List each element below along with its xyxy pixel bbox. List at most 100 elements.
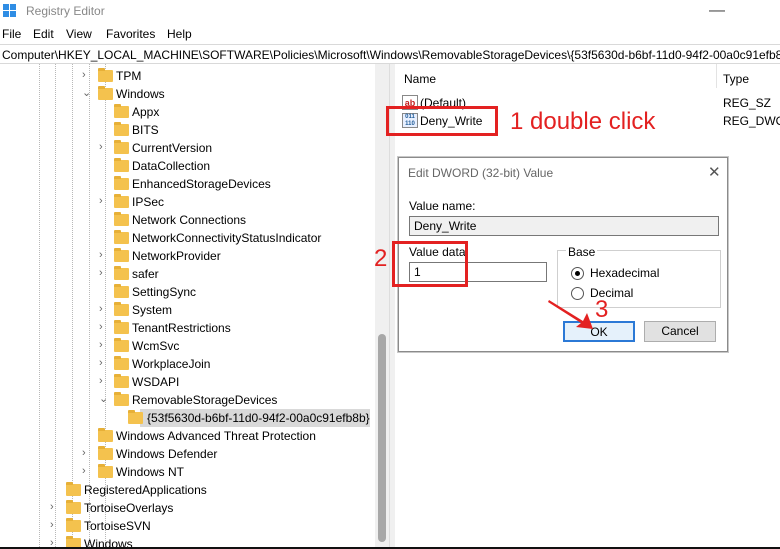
tree-item-windows[interactable]: ⌄ Windows (0, 85, 375, 103)
chevron-right-icon[interactable]: › (99, 267, 109, 279)
hexadecimal-radio[interactable] (571, 267, 584, 280)
tree-item-label: WSDAPI (132, 375, 180, 389)
tree-item-network-connections[interactable]: Network Connections (0, 211, 375, 229)
chevron-right-icon[interactable]: › (99, 321, 109, 333)
tree-item-label: Windows Defender (116, 447, 218, 461)
chevron-right-icon[interactable]: › (82, 465, 92, 477)
folder-icon (114, 392, 129, 406)
tree-item-label: WcmSvc (132, 339, 180, 353)
folder-icon (114, 302, 129, 316)
folder-icon (66, 518, 81, 532)
folder-icon (114, 194, 129, 208)
chevron-down-icon[interactable]: ⌄ (82, 87, 92, 99)
chevron-right-icon[interactable]: › (82, 69, 92, 81)
tree-item-label: NetworkConnectivityStatusIndicator (132, 231, 322, 245)
cancel-button[interactable]: Cancel (644, 321, 716, 342)
folder-icon (114, 122, 129, 136)
value-type: REG_SZ (723, 96, 772, 110)
tree-item-tenantrestrictions[interactable]: › TenantRestrictions (0, 319, 375, 337)
tree-item-label: Windows (116, 87, 165, 101)
tree-item-wcmsvc[interactable]: › WcmSvc (0, 337, 375, 355)
address-path[interactable]: Computer\HKEY_LOCAL_MACHINE\SOFTWARE\Pol… (2, 48, 780, 62)
menu-favorites[interactable]: Favorites (106, 27, 155, 41)
folder-icon (114, 266, 129, 280)
tree-item-networkprovider[interactable]: › NetworkProvider (0, 247, 375, 265)
tree-item-bits[interactable]: BITS (0, 121, 375, 139)
chevron-down-icon[interactable]: ⌄ (99, 393, 109, 405)
registry-tree[interactable]: › TPM ⌄ Windows Appx BITS › CurrentVersion … (0, 64, 389, 549)
tree-item-tortoiseoverlays[interactable]: › TortoiseOverlays (0, 499, 375, 517)
tree-item-networkconnectivitystatusindicator[interactable]: NetworkConnectivityStatusIndicator (0, 229, 375, 247)
chevron-right-icon[interactable]: › (99, 141, 109, 153)
chevron-right-icon[interactable]: › (99, 357, 109, 369)
chevron-right-icon[interactable]: › (99, 375, 109, 387)
folder-icon (98, 464, 113, 478)
chevron-right-icon[interactable]: › (99, 195, 109, 207)
folder-icon (114, 230, 129, 244)
tree-item-currentversion[interactable]: › CurrentVersion (0, 139, 375, 157)
folder-icon (114, 248, 129, 262)
chevron-right-icon[interactable]: › (50, 519, 60, 531)
tree-item-registeredapplications[interactable]: RegisteredApplications (0, 481, 375, 499)
folder-icon (114, 320, 129, 334)
pane-splitter[interactable] (389, 64, 395, 549)
type-column-header[interactable]: Type (723, 72, 749, 86)
tree-item-windows-advanced-threat-protection[interactable]: Windows Advanced Threat Protection (0, 427, 375, 445)
tree-item-ipsec[interactable]: › IPSec (0, 193, 375, 211)
tree-item-label: BITS (132, 123, 159, 137)
menu-file[interactable]: File (2, 27, 21, 41)
folder-icon (114, 104, 129, 118)
window-title: Registry Editor (26, 4, 105, 18)
chevron-right-icon[interactable]: › (99, 339, 109, 351)
menu-help[interactable]: Help (167, 27, 192, 41)
folder-icon (114, 158, 129, 172)
tree-item-workplacejoin[interactable]: › WorkplaceJoin (0, 355, 375, 373)
tree-item-tpm[interactable]: › TPM (0, 67, 375, 85)
hexadecimal-label[interactable]: Hexadecimal (590, 266, 659, 280)
tree-item-windows-nt[interactable]: › Windows NT (0, 463, 375, 481)
chevron-right-icon[interactable]: › (99, 249, 109, 261)
base-label: Base (566, 245, 598, 259)
step-3-annotation: 3 (595, 296, 609, 323)
tree-item-appx[interactable]: Appx (0, 103, 375, 121)
tree-item-label: DataCollection (132, 159, 211, 173)
title-bar: Registry Editor — (0, 0, 780, 24)
tree-item-settingsync[interactable]: SettingSync (0, 283, 375, 301)
value-data-highlight-box (392, 241, 468, 287)
address-bar[interactable]: Computer\HKEY_LOCAL_MACHINE\SOFTWARE\Pol… (0, 44, 780, 64)
tree-item-windows-defender[interactable]: › Windows Defender (0, 445, 375, 463)
step-2-annotation: 2 (374, 245, 388, 272)
minimize-button[interactable]: — (706, 2, 728, 20)
folder-icon (98, 86, 113, 100)
tree-item-tortoisesvn[interactable]: › TortoiseSVN (0, 517, 375, 535)
tree-item-safer[interactable]: › safer (0, 265, 375, 283)
tree-item-removablestoragedevices[interactable]: ⌄ RemovableStorageDevices (0, 391, 375, 409)
tree-item-wsdapi[interactable]: › WSDAPI (0, 373, 375, 391)
close-icon[interactable]: ✕ (708, 163, 721, 181)
folder-icon (114, 284, 129, 298)
dialog-title: Edit DWORD (32-bit) Value (408, 166, 554, 180)
menu-edit[interactable]: Edit (33, 27, 54, 41)
tree-item-label: TenantRestrictions (132, 321, 231, 335)
chevron-right-icon[interactable]: › (50, 501, 60, 513)
folder-icon (66, 482, 81, 496)
menu-view[interactable]: View (66, 27, 92, 41)
folder-icon (114, 212, 129, 226)
value-name-label: Value name: (409, 199, 476, 213)
registry-editor-icon (3, 4, 16, 17)
scroll-thumb[interactable] (378, 334, 386, 542)
value-type: REG_DWORD (723, 114, 780, 128)
chevron-right-icon[interactable]: › (82, 447, 92, 459)
tree-item-enhancedstoragedevices[interactable]: EnhancedStorageDevices (0, 175, 375, 193)
tree-scrollbar[interactable] (375, 64, 389, 549)
tree-item-label: safer (132, 267, 159, 281)
tree-item-datacollection[interactable]: DataCollection (0, 157, 375, 175)
chevron-right-icon[interactable]: › (99, 303, 109, 315)
tree-item-selected-guid[interactable]: {53f5630d-b6bf-11d0-94f2-00a0c91efb8b} (0, 409, 375, 427)
column-divider[interactable] (716, 64, 717, 88)
name-column-header[interactable]: Name (404, 72, 436, 86)
tree-item-system[interactable]: › System (0, 301, 375, 319)
tree-item-label: SettingSync (132, 285, 197, 299)
menu-bar: File Edit View Favorites Help (0, 24, 780, 44)
radio-selected-icon (575, 271, 580, 276)
